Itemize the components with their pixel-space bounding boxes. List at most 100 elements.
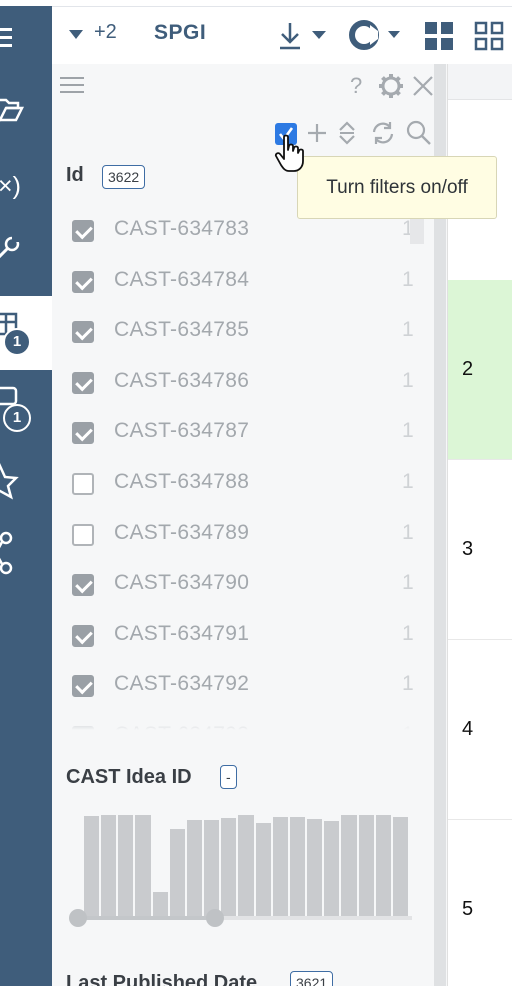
- histogram-bar: [221, 818, 237, 916]
- row-number: 5: [462, 898, 474, 920]
- histogram-bar: [169, 829, 185, 916]
- histogram-bar: [118, 815, 134, 916]
- histogram-bar: [135, 815, 151, 916]
- row-label: CAST-634788: [114, 470, 250, 493]
- row-count: 1: [402, 621, 414, 645]
- row-checkbox[interactable]: [72, 371, 94, 394]
- menu-icon[interactable]: [0, 12, 52, 64]
- histogram-bar: [272, 817, 288, 916]
- cast-idea-histogram: [84, 814, 410, 916]
- row-checkbox[interactable]: [72, 624, 94, 647]
- row-count: 1: [402, 571, 414, 595]
- tables-badge: 1: [3, 328, 31, 356]
- row-count: 1: [402, 267, 414, 291]
- histogram-bar: [238, 815, 254, 916]
- cast-idea-filter-count: -: [220, 765, 237, 789]
- histogram-bar: [255, 823, 271, 916]
- row-label: CAST-634787: [114, 419, 250, 443]
- list-item[interactable]: CAST-634788 1: [66, 459, 426, 509]
- expand-collapse-icon[interactable]: [336, 120, 358, 146]
- row-checkbox[interactable]: [72, 270, 94, 293]
- row-count: 1: [402, 419, 414, 443]
- histogram-bar: [289, 817, 306, 916]
- list-item[interactable]: CAST-634786 1: [66, 358, 426, 408]
- row-checkbox[interactable]: [72, 675, 94, 698]
- list-item[interactable]: CAST-634787 1: [66, 408, 426, 458]
- row-label: CAST-634791: [114, 621, 250, 645]
- range-min-thumb[interactable]: [69, 909, 87, 927]
- top-toolbar: +2 SPGI: [52, 6, 512, 64]
- row-label: CAST-634792: [114, 672, 250, 696]
- last-published-filter-count: 3621: [290, 971, 334, 986]
- row-checkbox[interactable]: [72, 321, 94, 344]
- histogram-bar: [101, 815, 117, 916]
- sync-icon[interactable]: [370, 120, 396, 146]
- row-label: CAST-634786: [114, 368, 250, 392]
- list-item[interactable]: CAST-634784 1: [66, 257, 426, 307]
- row-count: 1: [402, 672, 414, 696]
- table-row[interactable]: 2: [448, 280, 512, 460]
- row-checkbox[interactable]: [72, 220, 94, 242]
- filter-panel-header: ?: [52, 64, 448, 108]
- table-row[interactable]: 5: [448, 820, 512, 986]
- histogram-bar: [186, 820, 203, 916]
- row-count: 1: [402, 470, 414, 493]
- list-item[interactable]: CAST-634790 1: [66, 560, 426, 610]
- hamburger-icon[interactable]: [60, 76, 84, 96]
- id-filter-count: 3622: [102, 165, 146, 189]
- queries-icon[interactable]: 1: [0, 382, 52, 442]
- app-root: ×) 1 1 +2 SPGI ? Id 3622 CAST-634783 1 C…: [0, 0, 512, 986]
- range-fill: [78, 916, 215, 920]
- row-count: 1: [402, 520, 414, 544]
- histogram-bar: [392, 817, 408, 916]
- download-icon[interactable]: [278, 21, 334, 51]
- refresh-circle-icon[interactable]: [348, 19, 404, 53]
- table-row[interactable]: 4: [448, 640, 512, 820]
- tables-icon[interactable]: 1: [0, 296, 52, 370]
- star-icon[interactable]: [0, 456, 52, 508]
- row-checkbox[interactable]: [72, 523, 94, 546]
- list-item[interactable]: CAST-634789 1: [66, 510, 426, 560]
- histogram-bar: [341, 815, 357, 916]
- grid-layout-icon[interactable]: [424, 21, 456, 53]
- function-symbol: ×): [0, 172, 21, 200]
- function-icon[interactable]: ×): [0, 160, 52, 212]
- id-filter-list: CAST-634783 1 CAST-634784 1 CAST-634785 1 CAST…: [66, 206, 426, 730]
- filter-actions-bar: [52, 114, 448, 154]
- search-icon[interactable]: [406, 120, 432, 146]
- list-item[interactable]: CAST-634791 1: [66, 611, 426, 661]
- table-row[interactable]: 3: [448, 460, 512, 640]
- last-published-filter-title: Last Published Date: [66, 972, 258, 986]
- row-checkbox[interactable]: [72, 422, 94, 445]
- project-title[interactable]: SPGI: [154, 21, 206, 45]
- row-checkbox[interactable]: [72, 574, 94, 597]
- histogram-bar: [358, 815, 374, 916]
- row-count: 1: [402, 368, 414, 392]
- caret-down-icon[interactable]: [68, 29, 84, 41]
- row-label: CAST-634785: [114, 318, 250, 342]
- grid-header: [448, 64, 512, 100]
- share-nodes-icon[interactable]: [0, 528, 52, 580]
- row-count: 1: [402, 318, 414, 342]
- wrench-icon[interactable]: [0, 224, 52, 276]
- help-icon[interactable]: ?: [350, 73, 362, 99]
- histogram-bar: [152, 891, 168, 916]
- histogram-bar: [307, 819, 323, 916]
- grid-outline-icon[interactable]: [474, 21, 506, 53]
- row-checkbox[interactable]: [72, 473, 94, 495]
- close-icon[interactable]: [412, 75, 434, 97]
- folder-open-icon[interactable]: [0, 84, 52, 136]
- histogram-bar: [375, 815, 391, 916]
- row-label: CAST-634783: [114, 217, 250, 240]
- hand-cursor-icon: [274, 134, 304, 172]
- id-filter-title: Id: [66, 164, 84, 186]
- settings-gear-icon[interactable]: [378, 73, 404, 99]
- row-label: CAST-634789: [114, 520, 250, 544]
- list-item[interactable]: CAST-634785 1: [66, 307, 426, 357]
- row-number: 2: [462, 358, 474, 380]
- extra-items-count[interactable]: +2: [94, 21, 117, 44]
- list-item[interactable]: CAST-634792 1: [66, 661, 426, 711]
- queries-badge: 1: [3, 404, 31, 432]
- histogram-bar: [324, 821, 340, 916]
- range-max-thumb[interactable]: [205, 909, 224, 927]
